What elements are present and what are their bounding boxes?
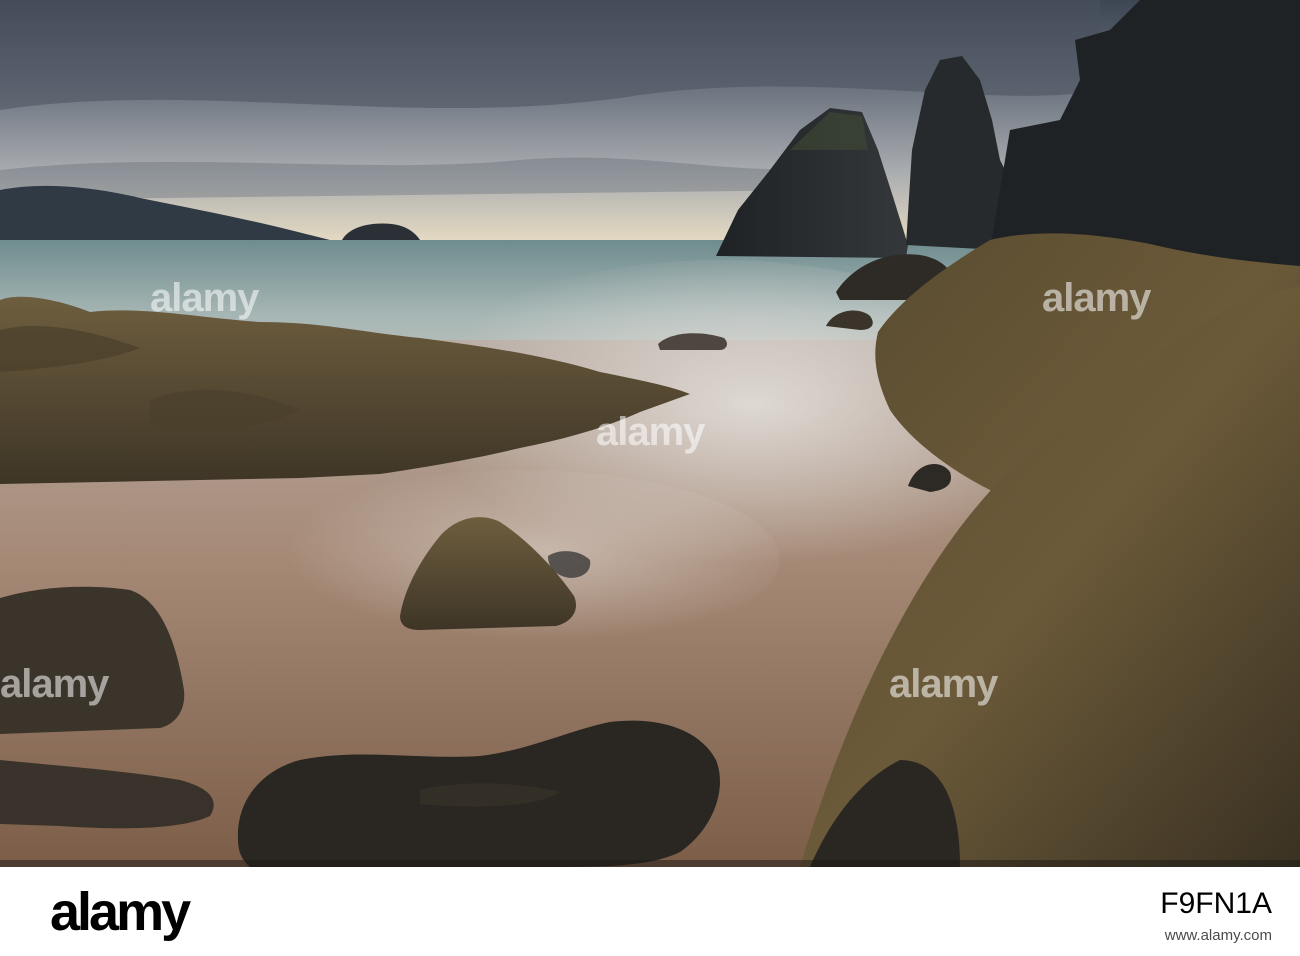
image-id: F9FN1A (1160, 887, 1272, 920)
watermark-text: alamy (889, 662, 998, 706)
stock-photo-frame: alamy alamy alamy alamy alamy alamy F9FN… (0, 0, 1300, 956)
watermark-text: alamy (150, 276, 259, 320)
alamy-logo: alamy (50, 882, 191, 942)
watermark-text: alamy (596, 410, 705, 454)
stock-footer: alamy F9FN1A www.alamy.com (0, 867, 1300, 956)
watermark-text: alamy (1042, 276, 1151, 320)
seascape-photo: alamy alamy alamy alamy alamy (0, 0, 1300, 867)
credit-url: www.alamy.com (1164, 927, 1272, 944)
watermark-text: alamy (0, 662, 109, 706)
